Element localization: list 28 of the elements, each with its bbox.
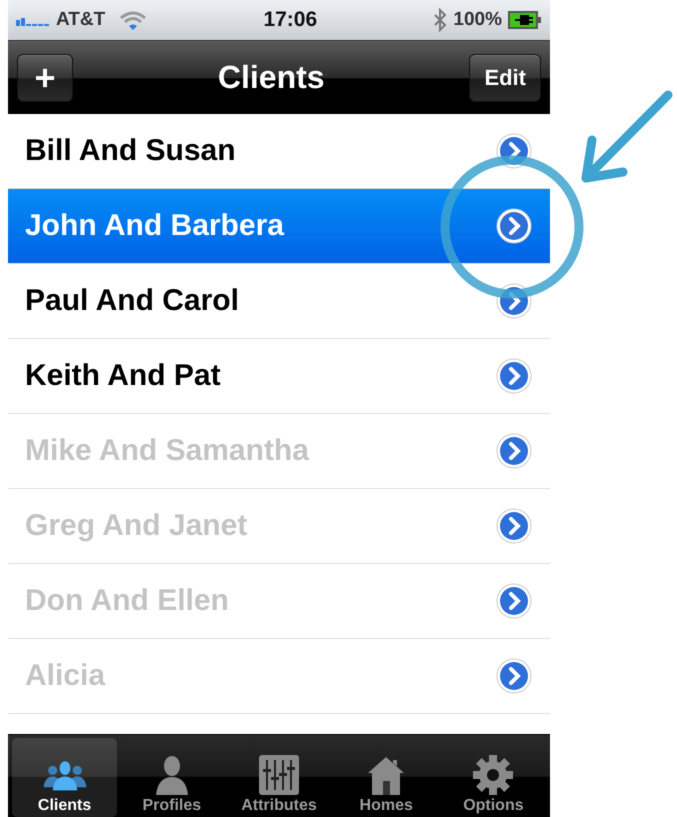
- chevron-icon[interactable]: [496, 358, 532, 394]
- client-name: Don And Ellen: [25, 584, 229, 618]
- client-name: Bill And Susan: [25, 134, 236, 168]
- clock-time: 17:06: [262, 8, 318, 32]
- client-name: Greg And Janet: [25, 509, 248, 543]
- carrier-name: AT&T: [56, 9, 106, 31]
- sliders-icon: [256, 755, 302, 795]
- client-name: Keith And Pat: [25, 359, 221, 393]
- edit-button[interactable]: Edit: [469, 54, 541, 102]
- chevron-icon[interactable]: [496, 208, 532, 244]
- client-name: Mike And Samantha: [25, 434, 309, 468]
- chevron-icon[interactable]: [496, 133, 532, 169]
- screen-title: Clients: [218, 59, 325, 96]
- bluetooth-icon: [433, 8, 448, 32]
- wifi-icon: [119, 10, 148, 30]
- tab-item[interactable]: Profiles: [119, 738, 224, 817]
- client-name: Paul And Carol: [25, 284, 239, 318]
- add-button[interactable]: +: [17, 54, 73, 102]
- battery-percent: 100%: [453, 9, 502, 31]
- client-name: John And Barbera: [25, 209, 284, 243]
- tab-item[interactable]: Homes: [334, 738, 439, 817]
- tab-item[interactable]: Attributes: [226, 738, 332, 817]
- client-name: Alicia: [25, 659, 106, 693]
- tab-item[interactable]: Clients: [12, 738, 118, 817]
- battery-charging-icon: [508, 11, 542, 29]
- client-row[interactable]: John And Barbera: [8, 189, 550, 264]
- tab-item[interactable]: Options: [440, 738, 546, 817]
- chevron-icon[interactable]: [496, 283, 532, 319]
